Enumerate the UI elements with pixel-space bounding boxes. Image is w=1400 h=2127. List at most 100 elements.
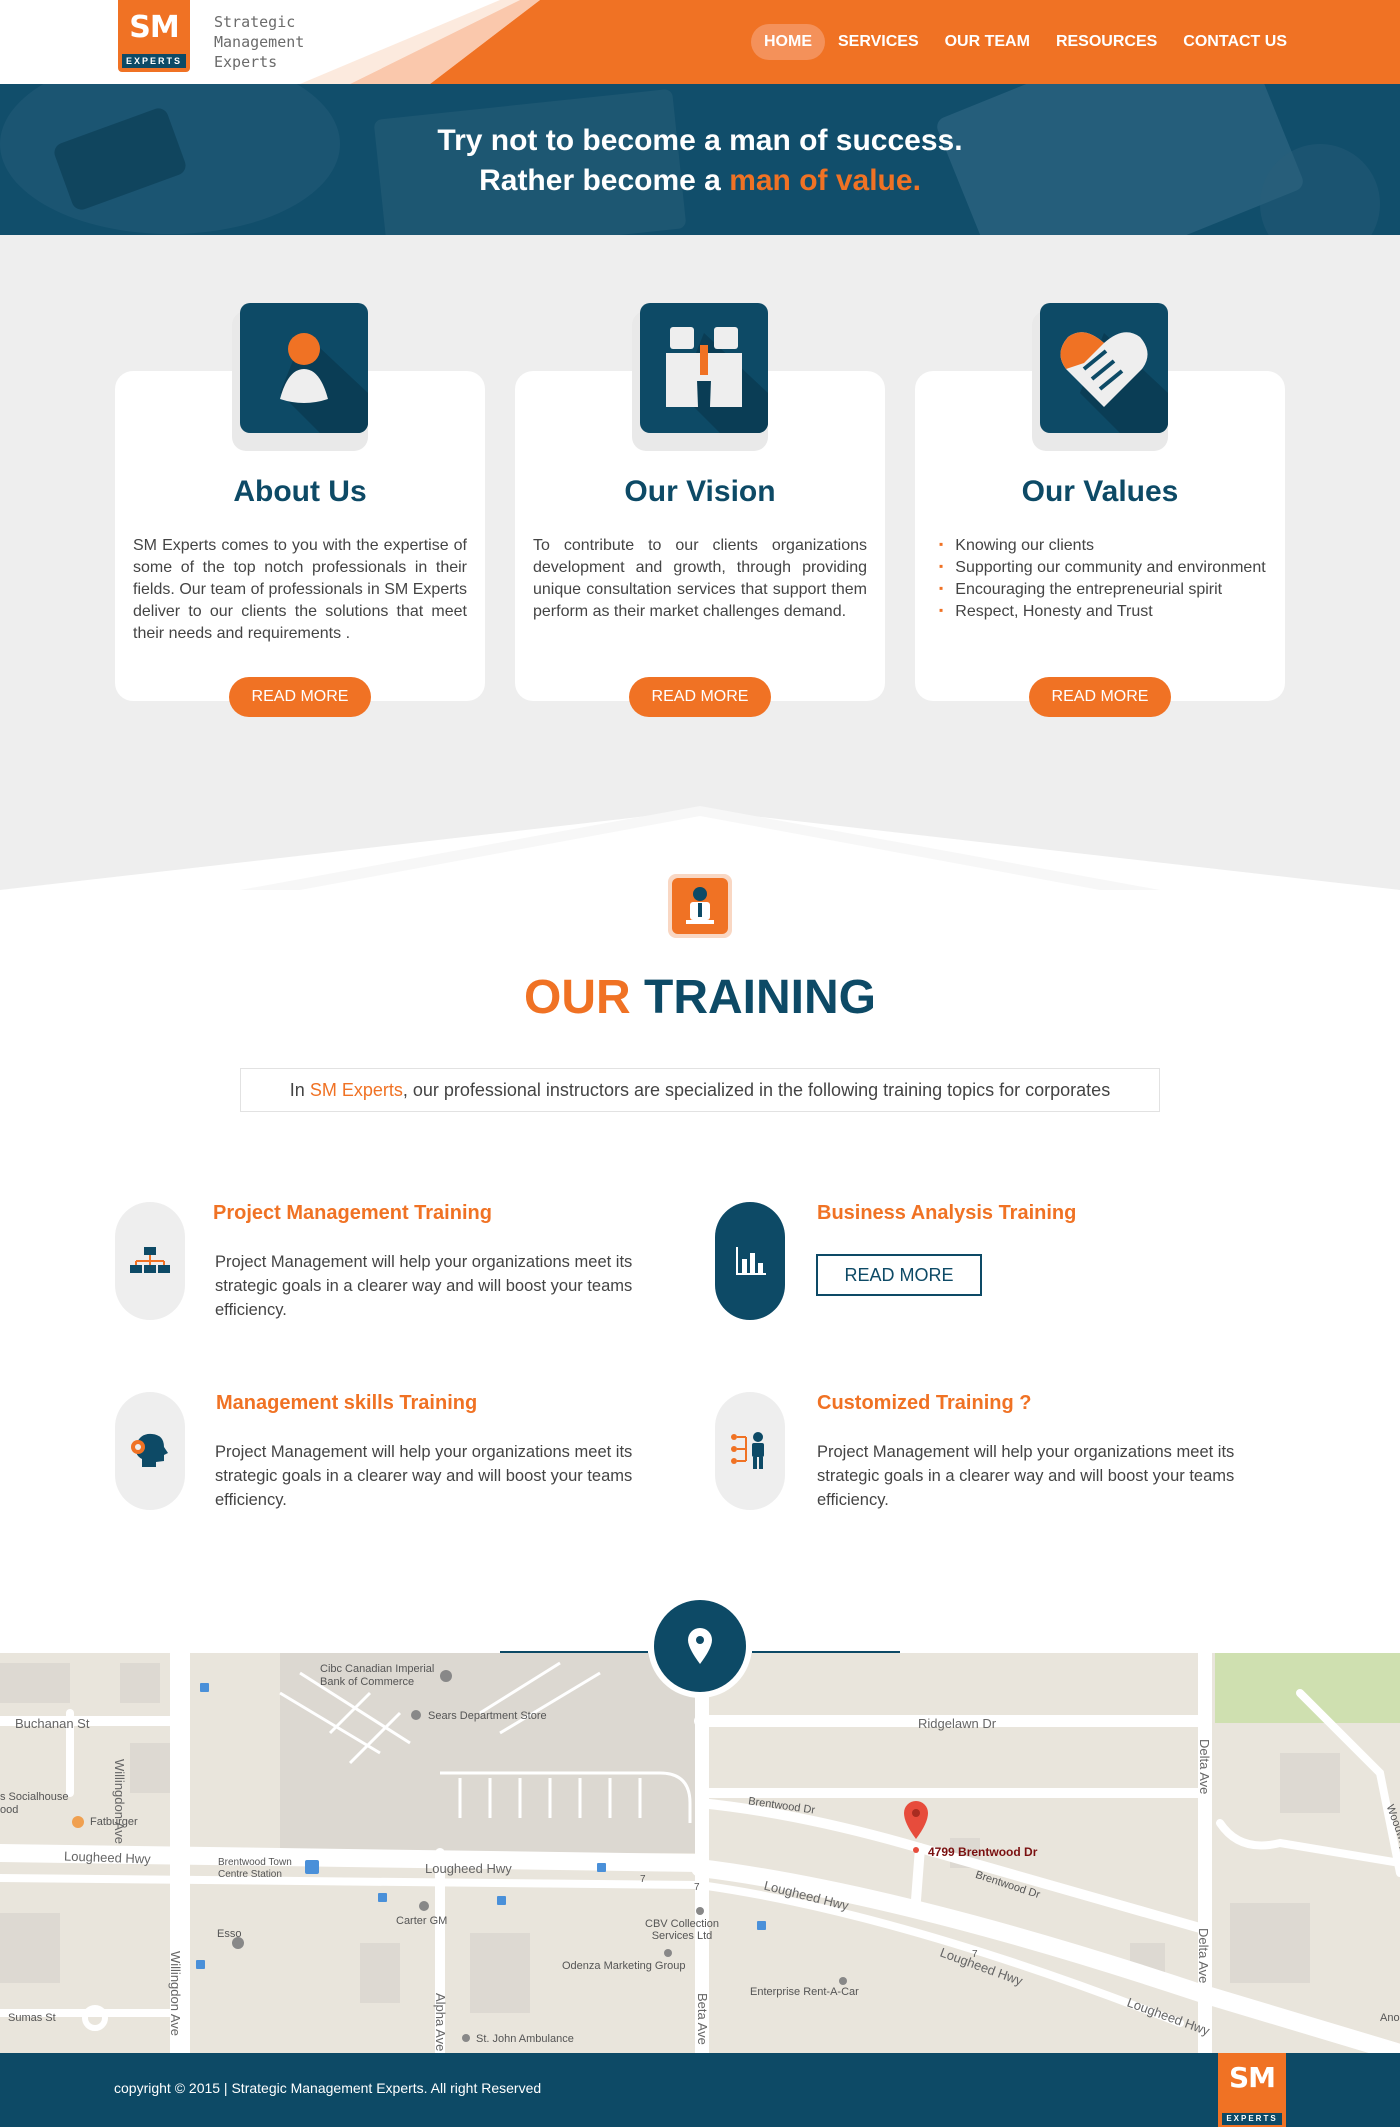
training-item-title[interactable]: Project Management Training [213,1202,492,1225]
map-label: Ridgelawn Dr [918,1716,997,1731]
card-icon-frame [624,303,776,455]
map-label: St. John Ambulance [476,2033,574,2045]
presenter-icon [731,1432,764,1469]
footer-logo-mark: SM [1228,2061,1276,2094]
logo-mark: SM [129,10,179,45]
features-section: About Us SM Experts comes to you with th… [0,235,1400,890]
nav-contact-us[interactable]: CONTACT US [1170,24,1300,60]
map-label: Carter GM [396,1915,448,1927]
brand-line-1: Strategic [214,13,296,31]
site-logo[interactable]: SM EXPERTS [118,0,190,72]
card-icon-frame [1024,303,1176,455]
map-label: s Socialhouse [0,1791,69,1803]
training-sub-rest: , our professional instructors are speci… [402,1080,1111,1100]
training-item-business-analysis: Business Analysis Training READ MORE [715,1202,1275,1332]
main-nav: HOME SERVICES OUR TEAM RESOURCES CONTACT… [750,24,1300,60]
location-pin-badge [648,1594,752,1698]
person-icon [240,303,368,433]
map-header-line-right [752,1651,900,1653]
values-list-item: Supporting our community and environment [939,557,1269,579]
map-label: Cibc Canadian Imperial Bank of Commerce [320,1663,435,1688]
brand-line-2: Management [214,33,305,51]
binoculars-icon [640,303,768,433]
map-label: Willingdon Ave [168,1951,183,2037]
hero-quote-line-1: Try not to become a man of success. [437,124,963,157]
map-label: 7 [972,1949,978,1960]
map-label: Sumas St [8,2012,56,2024]
hero-quote-accent: man of value. [729,164,921,197]
map-label: Lougheed Hwy [425,1861,512,1876]
card-text: To contribute to our clients organizatio… [533,537,867,620]
brand-name: Strategic Management Experts [214,12,304,72]
training-sub-prefix: In [289,1080,310,1100]
card-about-us: About Us SM Experts comes to you with th… [115,303,485,717]
training-item-project-management: Project Management Training Project Mana… [115,1202,675,1332]
location-map[interactable]: Cibc Canadian Imperial Bank of Commerce … [0,1653,1400,2053]
map-label: Willingdon Ave [112,1759,127,1845]
values-read-more-button[interactable]: READ MORE [1029,677,1171,717]
map-label: Brentwood Town Centre Station [218,1857,292,1880]
training-item-management-skills: Management skills Training Project Manag… [115,1392,675,1522]
hero-quote-prefix: Rather become a [479,164,730,197]
nav-home[interactable]: HOME [750,24,825,60]
nav-services[interactable]: SERVICES [825,24,932,60]
location-pin-icon [654,1600,746,1692]
training-title-rest: TRAINING [644,971,876,1024]
card-title: Our Values [1021,475,1179,508]
training-icon-holder [715,1392,785,1510]
card-title: About Us [233,475,367,508]
map-label: Ano [1380,2012,1400,2024]
map-label: Odenza Marketing Group [562,1960,686,1972]
nav-our-team[interactable]: OUR TEAM [932,24,1043,60]
copyright-text: copyright © 2015 | Strategic Management … [114,2080,542,2096]
map-label: Buchanan St [15,1716,90,1731]
nav-resources[interactable]: RESOURCES [1043,24,1170,60]
training-title-accent: OUR [524,971,631,1024]
footer-logo[interactable]: SM EXPERTS [1218,2053,1286,2127]
training-icon-holder [115,1392,185,1510]
map-address-label: 4799 Brentwood Dr [928,1845,1038,1859]
map-label: ood [0,1804,19,1816]
hero-background-image [0,84,1400,235]
training-badge [668,874,732,938]
map-label: CBV Collection Services Ltd [645,1918,719,1942]
site-footer: copyright © 2015 | Strategic Management … [0,2053,1400,2127]
hero-quote-line-2: Rather become a man of value. [0,164,1400,198]
map-label: 7 [694,1882,700,1893]
handshake-icon [1040,303,1168,433]
values-list-item: Respect, Honesty and Trust [939,601,1269,623]
training-icon-holder [715,1202,785,1320]
org-chart-icon [130,1247,170,1273]
training-item-desc: Project Management will help your organi… [817,1443,1235,1509]
map-label: Delta Ave [1197,1739,1212,1795]
bar-chart-icon [736,1247,766,1275]
training-item-title[interactable]: Management skills Training [216,1392,477,1415]
training-item-title[interactable]: Business Analysis Training [817,1202,1076,1225]
map-header-line-left [500,1651,648,1653]
vision-read-more-button[interactable]: READ MORE [629,677,771,717]
training-item-title[interactable]: Customized Training ? [817,1392,1031,1415]
footer-logo-sub: EXPERTS [1222,2113,1282,2125]
map-label: Beta Ave [695,1993,710,2045]
training-item-desc: Project Management will help your organi… [215,1443,633,1509]
map-label: Lougheed Hwy [63,1848,151,1867]
values-list: Knowing our clients Supporting our commu… [939,535,1269,623]
business-analysis-read-more-button[interactable]: READ MORE [816,1254,982,1296]
card-our-values: Our Values Knowing our clients Supportin… [915,303,1285,717]
map-label: 7 [640,1874,646,1885]
about-read-more-button[interactable]: READ MORE [229,677,371,717]
presenter-badge-icon [672,878,728,934]
card-icon-frame [224,303,376,455]
map-label: Delta Ave [1196,1928,1211,1984]
training-item-desc: Project Management will help your organi… [215,1253,633,1319]
card-text: SM Experts comes to you with the experti… [133,537,467,642]
hero-banner: Try not to become a man of success. Rath… [0,84,1400,235]
training-subtitle: In SM Experts, our professional instruct… [240,1068,1160,1112]
site-header: SM EXPERTS Strategic Management Experts … [0,0,1400,84]
card-our-vision: Our Vision To contribute to our clients … [515,303,885,717]
training-icon-holder [115,1202,185,1320]
map-label: Enterprise Rent-A-Car [750,1986,859,1998]
card-title: Our Vision [624,475,776,508]
training-title: OUR TRAINING [0,970,1400,1025]
values-list-item: Knowing our clients [939,535,1269,557]
